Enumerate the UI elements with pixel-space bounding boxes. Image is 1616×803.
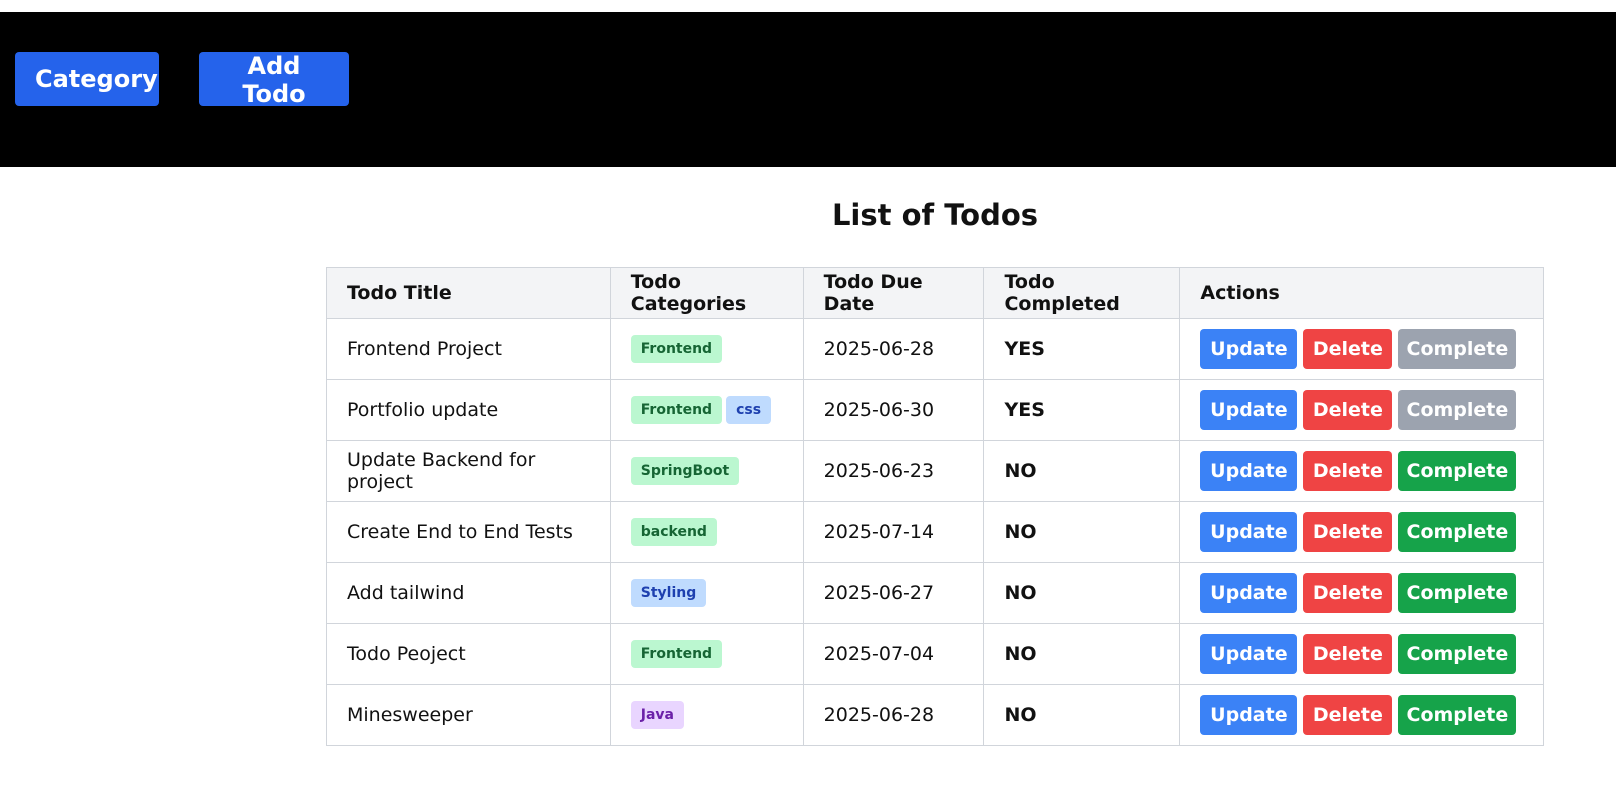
update-button[interactable]: Update: [1200, 451, 1298, 491]
actions-cell: Update Delete Complete: [1179, 440, 1544, 502]
actions-cell: Update Delete Complete: [1179, 501, 1544, 563]
update-button[interactable]: Update: [1200, 390, 1298, 430]
delete-button[interactable]: Delete: [1303, 573, 1393, 613]
table-row: Minesweeper Java 2025-06-28 NO Update Delete C…: [326, 684, 1544, 746]
todo-categories-cell: SpringBoot: [609, 440, 804, 502]
todo-completed-cell: NO: [983, 440, 1181, 502]
delete-button[interactable]: Delete: [1303, 451, 1393, 491]
actions-cell: Update Delete Complete: [1179, 562, 1544, 624]
todo-title-cell: Frontend Project: [326, 318, 611, 380]
complete-button[interactable]: Complete: [1398, 451, 1517, 491]
category-tag: Styling: [630, 579, 707, 607]
todo-completed-cell: YES: [983, 318, 1181, 380]
complete-button[interactable]: Complete: [1398, 390, 1517, 430]
header-todo-completed: Todo Completed: [983, 267, 1181, 319]
table-row: Todo Peoject Frontend 2025-07-04 NO Update De…: [326, 623, 1544, 685]
header-todo-categories: Todo Categories: [609, 267, 804, 319]
complete-button[interactable]: Complete: [1398, 512, 1517, 552]
todo-table-body: Frontend Project Frontend 2025-06-28 YES Upd…: [326, 318, 1544, 746]
todo-completed-cell: NO: [983, 562, 1181, 624]
category-button[interactable]: Category: [15, 52, 159, 106]
delete-button[interactable]: Delete: [1303, 329, 1393, 369]
todo-categories-cell: Frontend css: [609, 379, 804, 441]
todo-due-date-cell: 2025-06-27: [802, 562, 985, 624]
update-button[interactable]: Update: [1200, 329, 1298, 369]
update-button[interactable]: Update: [1200, 695, 1298, 735]
todo-title-cell: Create End to End Tests: [326, 501, 611, 563]
update-button[interactable]: Update: [1200, 634, 1298, 674]
table-row: Frontend Project Frontend 2025-06-28 YES Upd…: [326, 318, 1544, 380]
todo-completed-cell: NO: [983, 501, 1181, 563]
complete-button[interactable]: Complete: [1398, 695, 1517, 735]
category-tag: Frontend: [630, 335, 723, 363]
todo-title-cell: Minesweeper: [326, 684, 611, 746]
todo-title-cell: Portfolio update: [326, 379, 611, 441]
actions-cell: Update Delete Complete: [1179, 623, 1544, 685]
header-actions: Actions: [1179, 267, 1544, 319]
todo-title-cell: Update Backend for project: [326, 440, 611, 502]
actions-cell: Update Delete Complete: [1179, 379, 1544, 441]
todo-categories-cell: Styling: [609, 562, 804, 624]
category-tag: SpringBoot: [630, 457, 740, 485]
complete-button[interactable]: Complete: [1398, 634, 1517, 674]
todo-completed-cell: YES: [983, 379, 1181, 441]
todo-title-cell: Add tailwind: [326, 562, 611, 624]
todo-table: Todo Title Todo Categories Todo Due Date…: [326, 267, 1544, 746]
todo-categories-cell: Frontend: [609, 318, 804, 380]
header-todo-title: Todo Title: [326, 267, 611, 319]
update-button[interactable]: Update: [1200, 512, 1298, 552]
todo-completed-cell: NO: [983, 684, 1181, 746]
todo-categories-cell: Frontend: [609, 623, 804, 685]
todo-due-date-cell: 2025-06-30: [802, 379, 985, 441]
table-row: Portfolio update Frontend css 2025-06-30 YES…: [326, 379, 1544, 441]
category-tag: Frontend: [630, 396, 723, 424]
actions-cell: Update Delete Complete: [1179, 318, 1544, 380]
delete-button[interactable]: Delete: [1303, 634, 1393, 674]
todo-due-date-cell: 2025-06-28: [802, 318, 985, 380]
todo-categories-cell: backend: [609, 501, 804, 563]
delete-button[interactable]: Delete: [1303, 695, 1393, 735]
update-button[interactable]: Update: [1200, 573, 1298, 613]
todo-title-cell: Todo Peoject: [326, 623, 611, 685]
delete-button[interactable]: Delete: [1303, 390, 1393, 430]
table-row: Create End to End Tests backend 2025-07-14…: [326, 501, 1544, 563]
table-row: Update Backend for project SpringBoot 2025…: [326, 440, 1544, 502]
todo-due-date-cell: 2025-07-14: [802, 501, 985, 563]
complete-button[interactable]: Complete: [1398, 573, 1517, 613]
complete-button[interactable]: Complete: [1398, 329, 1517, 369]
table-row: Add tailwind Styling 2025-06-27 NO Update Del…: [326, 562, 1544, 624]
category-tag: Frontend: [630, 640, 723, 668]
todo-completed-cell: NO: [983, 623, 1181, 685]
category-tag: backend: [630, 518, 717, 546]
todo-due-date-cell: 2025-06-23: [802, 440, 985, 502]
header-todo-due-date: Todo Due Date: [802, 267, 985, 319]
table-header-row: Todo Title Todo Categories Todo Due Date…: [326, 267, 1544, 319]
delete-button[interactable]: Delete: [1303, 512, 1393, 552]
category-tag: css: [726, 396, 772, 424]
page-title: List of Todos: [831, 198, 1039, 232]
category-tag: Java: [630, 701, 684, 729]
top-nav-bar: Category Add Todo: [0, 12, 1616, 167]
todo-due-date-cell: 2025-06-28: [802, 684, 985, 746]
add-todo-button[interactable]: Add Todo: [199, 52, 349, 108]
actions-cell: Update Delete Complete: [1179, 684, 1544, 746]
todo-due-date-cell: 2025-07-04: [802, 623, 985, 685]
todo-categories-cell: Java: [609, 684, 804, 746]
